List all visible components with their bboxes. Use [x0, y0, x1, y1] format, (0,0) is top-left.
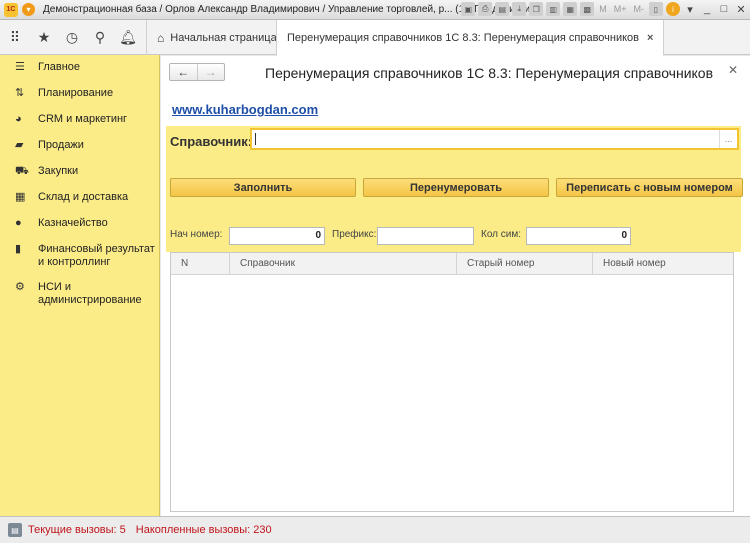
treasury-icon: ● [15, 217, 22, 229]
column-header-n[interactable]: N [171, 253, 230, 274]
search-icon[interactable]: ⚲ [86, 20, 114, 55]
sidebar-item-treasury[interactable]: ● Казначейство [0, 211, 159, 237]
app-logo-icon: 1С [4, 2, 18, 17]
info-icon[interactable]: i [666, 2, 680, 16]
start-number-label: Нач номер: [170, 229, 223, 240]
sidebar-item-purchases[interactable]: ⛟ Закупки [0, 159, 159, 185]
dropdown-icon[interactable]: ▾ [683, 2, 697, 16]
close-tab-icon[interactable]: × [647, 32, 653, 44]
text-cursor [255, 133, 256, 145]
history-navigation: ← → [169, 63, 225, 81]
memory-minus-button[interactable]: M- [632, 2, 647, 16]
calls-monitor-icon[interactable]: ▤ [8, 523, 22, 537]
tab-renumbering-label: Перенумерация справочников 1С 8.3: Перен… [287, 31, 640, 44]
forward-arrow-icon[interactable]: → [198, 64, 225, 80]
sales-icon: ▰ [15, 139, 24, 151]
purchases-icon: ⛟ [15, 165, 29, 177]
print-icon[interactable]: ⎙ [478, 2, 493, 16]
close-icon[interactable]: ✕ [728, 63, 738, 77]
tab-renumbering[interactable]: Перенумерация справочников 1С 8.3: Перен… [276, 20, 665, 56]
sidebar-item-label: Продажи [38, 139, 84, 151]
table-header: N Справочник Старый номер Новый номер [171, 253, 733, 275]
calculator-icon[interactable]: ▩ [580, 2, 595, 16]
compare-icon[interactable]: ▥ [546, 2, 561, 16]
char-count-label: Кол сим: [481, 229, 522, 240]
fill-button[interactable]: Заполнить [170, 178, 356, 197]
window-titlebar: 1С ▾ Демонстрационная база / Орлов Алекс… [0, 0, 750, 20]
column-header-old-number[interactable]: Старый номер [457, 253, 593, 274]
sidebar-item-label: Склад и доставка [38, 191, 129, 203]
crm-icon: ◕ [15, 113, 22, 125]
sidebar-item-sales[interactable]: ▰ Продажи [0, 133, 159, 159]
sidebar: ☰ Главное ⇅ Планирование ◕ CRM и маркети… [0, 55, 160, 516]
sidebar-item-label: Главное [38, 61, 81, 73]
download-icon[interactable]: ⤓ [512, 2, 527, 16]
sidebar-item-label: Казначейство [38, 217, 108, 229]
planning-icon: ⇅ [15, 87, 25, 99]
renumber-table[interactable]: N Справочник Старый номер Новый номер [170, 252, 734, 512]
title-toolbar: ▣ ⎙ ▤ ⤓ ❐ ▥ ▦ ▩ M M+ M- ▯ i ▾ _ □ ✕ [461, 2, 748, 16]
menu-icon: ☰ [15, 61, 25, 73]
sidebar-item-label: Закупки [38, 165, 79, 177]
save-icon[interactable]: ▣ [461, 2, 476, 16]
catalog-input[interactable]: ... [250, 128, 739, 150]
copy-icon[interactable]: ❐ [529, 2, 544, 16]
prefix-field[interactable] [377, 227, 474, 245]
bell-icon[interactable]: 🔔︎ [114, 20, 142, 55]
sidebar-item-planning[interactable]: ⇅ Планирование [0, 81, 159, 107]
top-navigation: ⠿ ★ ◷ ⚲ 🔔︎ ⌂ Начальная страница Перенуме… [0, 20, 750, 56]
sidebar-item-label: Финансовый результат и контроллинг [38, 243, 155, 268]
rewrite-new-number-button[interactable]: Переписать с новым номером [556, 178, 743, 197]
home-icon: ⌂ [157, 30, 165, 45]
sidebar-item-warehouse[interactable]: ▦ Склад и доставка [0, 185, 159, 211]
minimize-icon[interactable]: _ [700, 2, 714, 16]
site-link[interactable]: www.kuharbogdan.com [172, 102, 318, 117]
star-icon[interactable]: ★ [30, 20, 58, 55]
sidebar-item-label: НСИ и администрирование [38, 281, 142, 306]
tab-home-label: Начальная страница [170, 31, 277, 44]
sidebar-item-main[interactable]: ☰ Главное [0, 55, 159, 81]
column-header-new-number[interactable]: Новый номер [593, 253, 733, 274]
panel-icon[interactable]: ▯ [649, 2, 663, 16]
tab-home[interactable]: ⌂ Начальная страница [146, 20, 277, 55]
history-icon[interactable]: ◷ [58, 20, 86, 55]
status-bar: ▤ Текущие вызовы: 5 Накопленные вызовы: … [0, 516, 750, 543]
catalog-label: Справочник: [170, 134, 253, 149]
back-arrow-icon[interactable]: ← [170, 64, 198, 80]
memory-plus-button[interactable]: M+ [612, 2, 629, 16]
close-window-icon[interactable]: ✕ [734, 2, 748, 16]
renumber-button[interactable]: Перенумеровать [363, 178, 549, 197]
apps-icon[interactable]: ⠿ [0, 20, 30, 55]
sidebar-item-crm[interactable]: ◕ CRM и маркетинг [0, 107, 159, 133]
sidebar-item-admin[interactable]: ⚙ НСИ и администрирование [0, 275, 159, 313]
select-ellipsis-button[interactable]: ... [719, 130, 737, 148]
prefix-label: Префикс: [332, 229, 377, 240]
page-title: Перенумерация справочников 1С 8.3: Перен… [265, 65, 714, 81]
maximize-icon[interactable]: □ [717, 2, 731, 16]
start-number-field[interactable]: 0 [229, 227, 325, 245]
sidebar-item-finance[interactable]: ▮ Финансовый результат и контроллинг [0, 237, 159, 275]
main-form: ← → Перенумерация справочников 1С 8.3: П… [161, 56, 750, 516]
parameters-panel: Справочник: ... Заполнить Перенумеровать… [166, 126, 743, 252]
warehouse-icon: ▦ [15, 191, 26, 203]
sidebar-item-label: Планирование [38, 87, 114, 99]
char-count-field[interactable]: 0 [526, 227, 631, 245]
finance-icon: ▮ [15, 243, 22, 255]
accumulated-calls: Накопленные вызовы: 230 [135, 524, 272, 536]
main-menu-icon[interactable]: ▾ [22, 3, 35, 16]
column-header-catalog[interactable]: Справочник [230, 253, 457, 274]
sidebar-item-label: CRM и маркетинг [38, 113, 128, 125]
current-calls: Текущие вызовы: 5 [28, 524, 126, 536]
print-preview-icon[interactable]: ▤ [495, 2, 510, 16]
memory-button[interactable]: M [597, 2, 609, 16]
admin-icon: ⚙ [15, 281, 25, 293]
calendar-icon[interactable]: ▦ [563, 2, 578, 16]
